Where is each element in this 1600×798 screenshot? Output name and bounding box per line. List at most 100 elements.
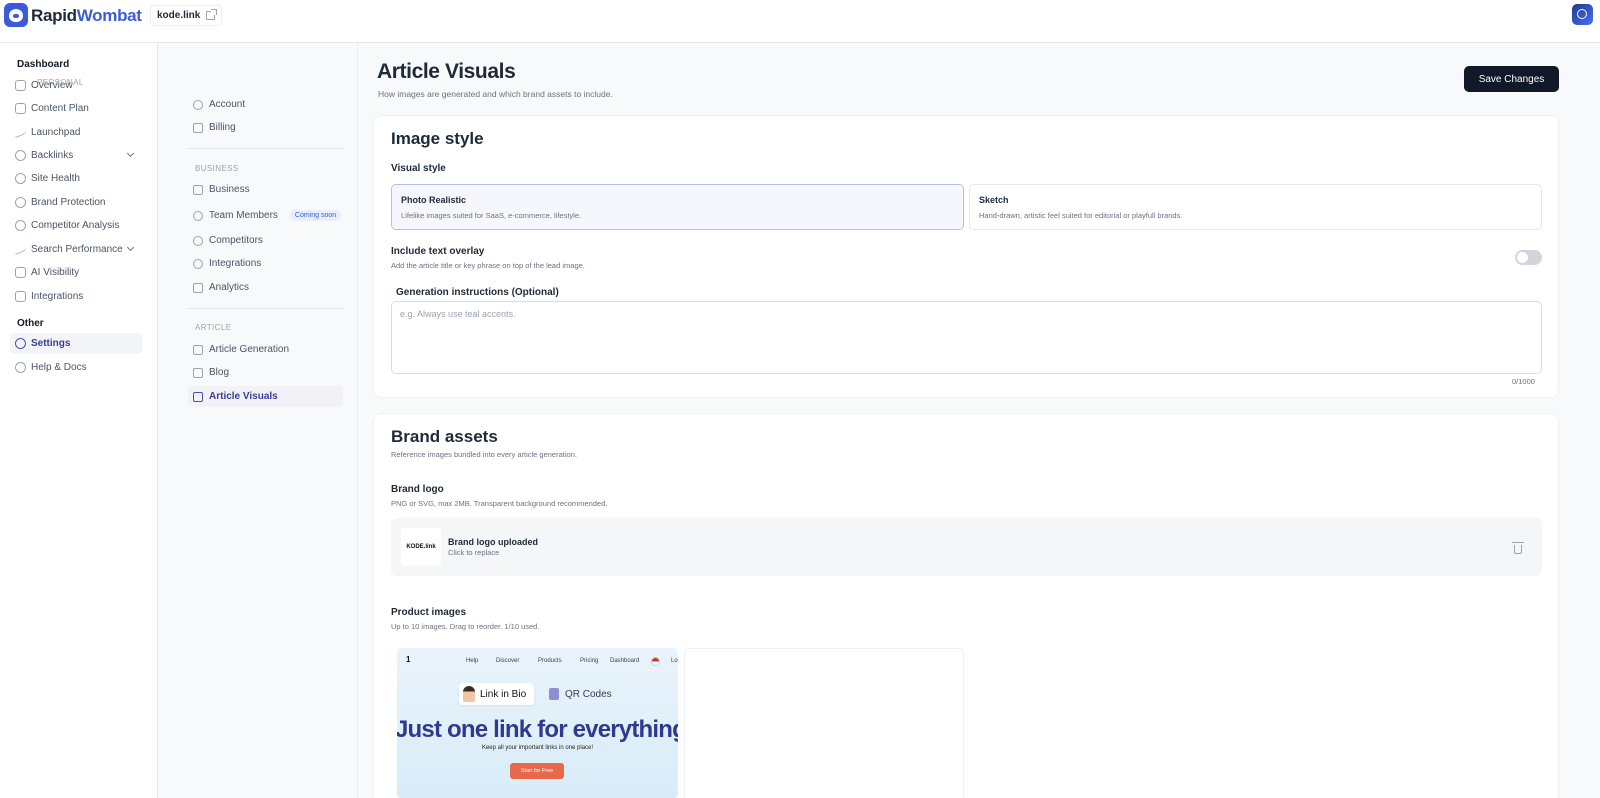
brand-assets-title: Brand assets [391,427,498,446]
brand-logo-hint: PNG or SVG, max 2MB. Transparent backgro… [391,499,608,508]
product-image-1[interactable]: 1 Help Discover Products Pricing Dashboa… [397,648,678,798]
logo-replace-hint: Click to replace [448,548,500,557]
sidebar-group-other: Other [17,318,44,329]
settings-nav [158,43,358,798]
settings-item-team-members[interactable]: Team Members Coming soon [188,205,343,226]
wombat-logo-icon[interactable] [4,3,28,27]
user-avatar[interactable] [1572,4,1593,25]
help-icon [15,362,26,373]
plug-icon [15,291,26,302]
person-icon [463,686,475,702]
text-overlay-label: Include text overlay [391,246,485,257]
settings-item-analytics[interactable]: Analytics [188,277,343,298]
preview-nav-pricing: Pricing [580,658,599,664]
site-domain: kode.link [157,10,201,21]
preview-nav-discover: Discover [496,658,520,664]
style-option-sketch[interactable]: Sketch Hand-drawn, artistic feel suited … [969,184,1542,230]
sidebar-item-competitor-analysis[interactable]: Competitor Analysis [10,215,143,236]
sidebar-item-content-plan[interactable]: Content Plan [10,98,143,119]
text-overlay-hint: Add the article title or key phrase on t… [391,261,585,270]
instructions-label: Generation instructions (Optional) [396,287,559,298]
external-link-icon[interactable] [206,9,218,20]
visual-style-label: Visual style [391,163,446,174]
pie-icon [15,220,26,231]
chart-icon [193,282,203,293]
divider [188,148,343,149]
sidebar-item-launchpad[interactable]: Launchpad [10,122,143,143]
trend-icon [15,126,26,139]
product-image-empty-slot[interactable] [684,648,964,798]
shield-icon [15,197,26,208]
settings-item-article-generation[interactable]: Article Generation [188,339,343,360]
preview-nav-dashboard: Dashboard [610,658,640,664]
preview-hero-heading: Just one link for everything [397,716,678,743]
logo-status: Brand logo uploaded [448,537,538,547]
trash-icon[interactable] [1512,542,1524,554]
settings-item-billing[interactable]: Billing [188,117,343,138]
settings-group-business: BUSINESS [195,164,239,173]
preview-hero-subtext: Keep all your important links in one pla… [481,745,594,751]
preview-chip-qr-codes: QR Codes [549,683,612,705]
sidebar-item-backlinks[interactable]: Backlinks [10,145,143,166]
image-style-card: Image style Visual style Photo Realistic… [373,115,1559,398]
settings-item-business[interactable]: Business [188,179,343,200]
settings-item-integrations[interactable]: Integrations [188,253,343,274]
settings-group-personal: PERSONAL [37,78,84,87]
qr-code-icon [549,688,559,700]
sparkle-icon [15,267,26,278]
magnify-icon [15,173,26,184]
home-icon [15,80,26,91]
text-overlay-toggle[interactable] [1515,250,1542,265]
image-style-title: Image style [391,129,484,148]
gear-icon [193,258,203,269]
sidebar-item-help-docs[interactable]: Help & Docs [10,357,143,378]
product-images-hint: Up to 10 images. Drag to reorder. 1/10 u… [391,622,540,631]
flag-icon [651,657,660,666]
brand-logo-upload[interactable]: KODE.link Brand logo uploaded Click to r… [391,518,1542,576]
save-changes-button[interactable]: Save Changes [1464,66,1559,92]
instructions-textarea[interactable]: e.g. Always use teal accents. [391,301,1542,374]
users-icon [193,210,203,221]
top-bar: RapidWombat kode.link [0,0,1600,43]
product-image-index: 1 [406,655,411,664]
product-images-label: Product images [391,607,467,618]
site-selector[interactable]: kode.link [150,5,223,26]
book-icon [193,367,203,378]
settings-item-blog[interactable]: Blog [188,362,343,383]
sidebar-item-search-performance[interactable]: Search Performance [10,239,143,260]
settings-item-article-visuals[interactable]: Article Visuals [188,386,343,407]
coming-soon-badge: Coming soon [289,210,342,221]
chart-icon [15,243,26,256]
sidebar-group-dashboard: Dashboard [17,59,70,70]
settings-group-article: ARTICLE [195,323,232,332]
preview-nav-products: Products [538,658,562,664]
user-icon [193,99,203,110]
settings-item-competitors[interactable]: Competitors [188,230,343,251]
sidebar-item-settings[interactable]: Settings [10,333,143,354]
style-option-photo-realistic[interactable]: Photo Realistic Lifelike images suited f… [391,184,964,230]
brand-assets-card: Brand assets Reference images bundled in… [373,413,1559,798]
brand-logo-text[interactable]: RapidWombat [31,6,142,26]
chevron-down-icon[interactable] [126,243,135,252]
preview-nav-help: Help [466,658,479,664]
preview-chip-link-in-bio: Link in Bio [459,683,535,705]
settings-item-account[interactable]: Account [188,94,343,115]
main-sidebar: Dashboard Overview Content Plan Launchpa… [0,43,158,798]
brand-logo-label: Brand logo [391,484,444,495]
page-title: Article Visuals [377,60,516,83]
link-icon [15,150,26,161]
preview-cta-button: Start for Free [510,763,564,779]
credit-card-icon [193,122,203,133]
image-icon [193,391,203,402]
sidebar-item-ai-visibility[interactable]: AI Visibility [10,262,143,283]
building-icon [193,184,203,195]
chevron-down-icon[interactable] [126,149,135,158]
divider [188,308,343,309]
gear-icon [15,338,26,349]
calendar-icon [15,103,26,114]
sidebar-item-site-health[interactable]: Site Health [10,168,143,189]
instructions-counter: 0/1000 [1512,377,1535,386]
sidebar-item-brand-protection[interactable]: Brand Protection [10,192,143,213]
sidebar-item-integrations[interactable]: Integrations [10,286,143,307]
page-subtitle: How images are generated and which brand… [378,89,613,99]
